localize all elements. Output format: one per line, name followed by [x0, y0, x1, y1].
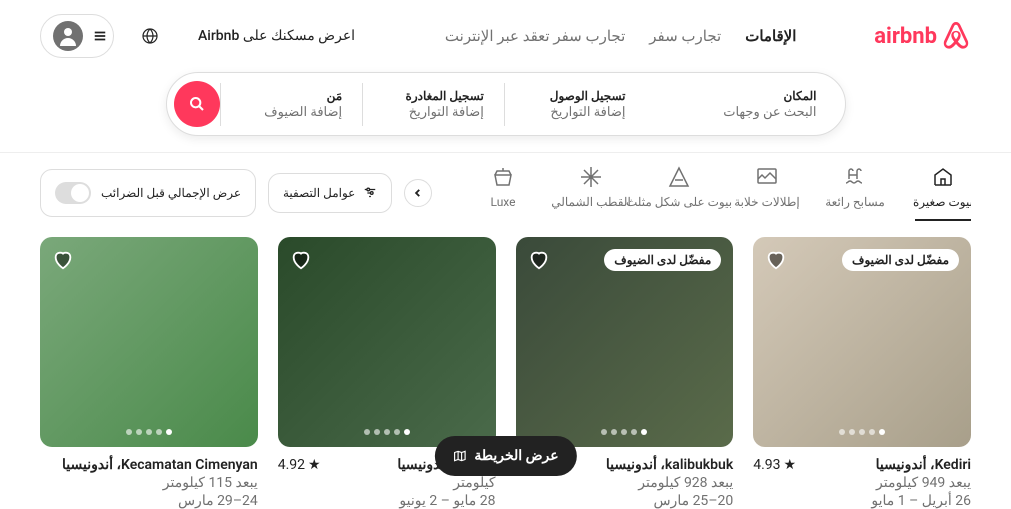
category-label: بيوت على شكل مثلث [626, 195, 732, 209]
filters-label: عوامل التصفية [283, 186, 355, 200]
search-icon [189, 96, 205, 112]
listing-card[interactable]: مفضّل لدى الضيوف Kediri، أندونيسيا ★ 4.9… [753, 237, 971, 509]
luxe-icon [491, 165, 515, 189]
listing-distance: يبعد 949 كيلومتر [753, 475, 971, 491]
search-button[interactable] [174, 81, 220, 127]
category-label: Luxe [490, 195, 515, 209]
guest-favorite-badge: مفضّل لدى الضيوف [842, 249, 959, 271]
listing-card[interactable]: Kecamatan Cimenyan، أندونيسيا يبعد 115 ك… [40, 237, 258, 509]
search-who[interactable]: مَن إضافة الضيوف [220, 83, 362, 126]
category-arctic[interactable]: القطب الشمالي [563, 165, 619, 221]
image-pagination [839, 429, 885, 435]
listing-distance: يبعد 115 كيلومتر [40, 475, 258, 491]
search-who-value: إضافة الضيوف [241, 105, 342, 120]
pool-icon [843, 165, 867, 189]
listing-title: kalibukbuk، أندونيسيا [606, 457, 733, 473]
tab-stays[interactable]: الإقامات [745, 19, 796, 53]
category-label: إطلالات خلابة [734, 195, 800, 209]
aframe-icon [667, 165, 691, 189]
image-pagination [364, 429, 410, 435]
nav-tabs: الإقامات تجارب سفر تجارب سفر تعقد عبر ال… [445, 19, 797, 53]
language-button[interactable] [130, 16, 170, 56]
view-icon [755, 165, 779, 189]
guest-favorite-badge: مفضّل لدى الضيوف [604, 249, 721, 271]
category-pools[interactable]: مسابح رائعة [827, 165, 883, 221]
logo-text: airbnb [874, 24, 937, 49]
listing-image [40, 237, 258, 447]
search-checkin-label: تسجيل الوصول [525, 89, 626, 103]
category-tiny-homes[interactable]: بيوت صغيرة [915, 165, 971, 221]
search-checkin[interactable]: تسجيل الوصول إضافة التواريخ [504, 83, 646, 126]
category-views[interactable]: إطلالات خلابة [739, 165, 795, 221]
tax-toggle[interactable]: عرض الإجمالي قبل الضرائب [40, 169, 256, 217]
globe-icon [142, 28, 158, 44]
category-label: بيوت صغيرة [913, 195, 971, 209]
show-map-button[interactable]: عرض الخريطة [434, 436, 576, 476]
listing-title: Kediri، أندونيسيا [876, 457, 971, 473]
map-button-label: عرض الخريطة [474, 448, 558, 464]
category-prev-button[interactable] [404, 179, 432, 207]
wishlist-heart-icon[interactable] [528, 249, 550, 271]
listing-rating: ★ 4.92 [278, 457, 321, 473]
categories: بيوت صغيرة مسابح رائعة إطلالات خلابة بيو… [444, 165, 971, 221]
menu-icon [93, 29, 107, 43]
listing-rating: ★ 4.93 [753, 457, 796, 473]
search-where-value: البحث عن وجهات [666, 105, 817, 120]
listing-dates: 20–25 مارس [516, 493, 734, 509]
category-aframe[interactable]: بيوت على شكل مثلث [651, 165, 707, 221]
snowflake-icon [579, 165, 603, 189]
wishlist-heart-icon[interactable] [290, 249, 312, 271]
tiny-home-icon [931, 165, 955, 189]
tab-online-experiences[interactable]: تجارب سفر تعقد عبر الإنترنت [445, 19, 625, 53]
category-luxe[interactable]: Luxe [475, 165, 531, 221]
header: airbnb الإقامات تجارب سفر تجارب سفر تعقد… [0, 0, 1011, 72]
host-link[interactable]: اعرض مسكنك على Airbnb [186, 18, 367, 54]
listing-distance: كيلومتر [278, 475, 496, 491]
map-icon [452, 449, 466, 463]
header-actions: اعرض مسكنك على Airbnb [40, 14, 367, 58]
search-checkout-label: تسجيل المغادرة [383, 89, 484, 103]
tab-experiences[interactable]: تجارب سفر [649, 19, 721, 53]
image-pagination [126, 429, 172, 435]
listing-dates: 26 أبريل – 1 مايو [753, 493, 971, 509]
search-checkout-value: إضافة التواريخ [383, 105, 484, 120]
search-where-label: المكان [666, 89, 817, 103]
tax-toggle-label: عرض الإجمالي قبل الضرائب [101, 186, 241, 200]
filters-button[interactable]: عوامل التصفية [268, 173, 392, 213]
category-label: القطب الشمالي [551, 195, 631, 209]
image-pagination [601, 429, 647, 435]
listing-dates: 24–29 مارس [40, 493, 258, 509]
listing-image: مفضّل لدى الضيوف [753, 237, 971, 447]
avatar [53, 21, 83, 51]
search-who-label: مَن [241, 89, 342, 103]
filter-icon [363, 186, 377, 200]
listing-image [278, 237, 496, 447]
category-bar: بيوت صغيرة مسابح رائعة إطلالات خلابة بيو… [0, 152, 1011, 237]
logo[interactable]: airbnb [874, 21, 971, 51]
wishlist-heart-icon[interactable] [765, 249, 787, 271]
chevron-left-icon [413, 188, 423, 198]
toggle-switch [55, 182, 91, 204]
listing-title: Kecamatan Cimenyan، أندونيسيا [62, 457, 258, 473]
search-checkout[interactable]: تسجيل المغادرة إضافة التواريخ [362, 83, 504, 126]
search-bar: المكان البحث عن وجهات تسجيل الوصول إضافة… [166, 72, 846, 136]
listing-distance: يبعد 928 كيلومتر [516, 475, 734, 491]
search-where[interactable]: المكان البحث عن وجهات [646, 83, 837, 126]
wishlist-heart-icon[interactable] [52, 249, 74, 271]
user-icon [56, 24, 80, 48]
category-label: مسابح رائعة [825, 195, 885, 209]
profile-menu-button[interactable] [40, 14, 114, 58]
search-container: المكان البحث عن وجهات تسجيل الوصول إضافة… [0, 72, 1011, 152]
search-checkin-value: إضافة التواريخ [525, 105, 626, 120]
listing-image: مفضّل لدى الضيوف [516, 237, 734, 447]
listing-dates: 28 مايو – 2 يونيو [278, 493, 496, 509]
